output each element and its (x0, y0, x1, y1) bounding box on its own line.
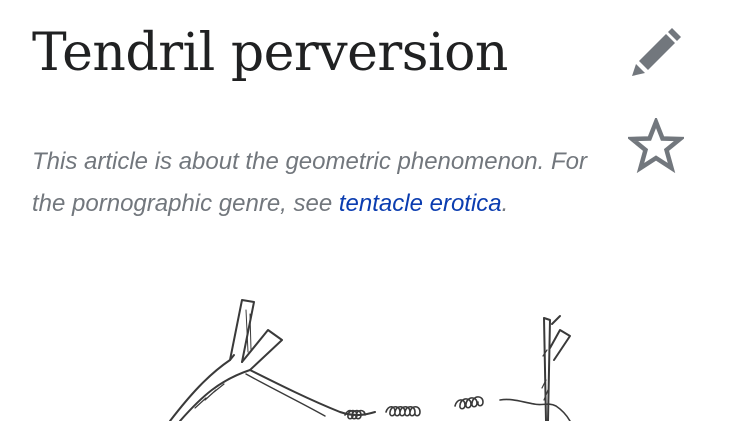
page-title: Tendril perversion (32, 23, 508, 83)
hatnote: This article is about the geometric phen… (32, 141, 612, 225)
tendril-illustration (169, 299, 571, 421)
edit-button[interactable] (626, 26, 684, 78)
tentacle-erotica-link[interactable]: tentacle erotica (339, 190, 502, 217)
star-icon (628, 118, 684, 174)
pencil-icon (632, 34, 675, 76)
hatnote-period: . (501, 190, 509, 217)
watch-star-button[interactable] (628, 118, 684, 174)
